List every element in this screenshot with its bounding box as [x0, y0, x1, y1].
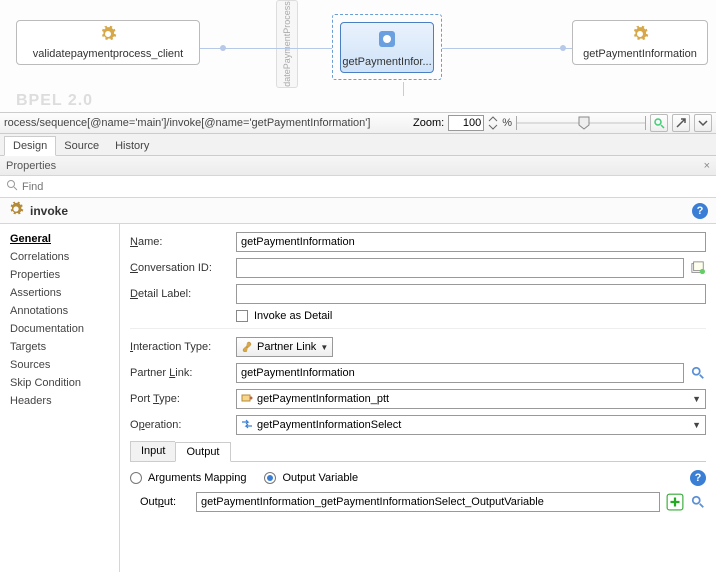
- chevron-down-icon: ▼: [692, 394, 701, 404]
- operation-label: Operation:: [130, 419, 230, 431]
- bpel-canvas[interactable]: datePaymentProcess validatepaymentproces…: [0, 0, 716, 112]
- bpel-watermark: BPEL 2.0: [16, 92, 93, 110]
- tab-source[interactable]: Source: [56, 137, 107, 155]
- generate-id-button[interactable]: [690, 260, 706, 276]
- spinner-icon[interactable]: [488, 116, 498, 130]
- io-subtabs: Input Output: [130, 441, 706, 462]
- node-label: getPaymentInformation: [583, 48, 697, 60]
- tab-history[interactable]: History: [107, 137, 157, 155]
- detail-label-field[interactable]: [236, 284, 706, 304]
- node-validatepaymentprocess-client[interactable]: validatepaymentprocess_client: [16, 20, 200, 65]
- sidebar-item-documentation[interactable]: Documentation: [10, 320, 109, 338]
- zoom-label: Zoom:: [413, 117, 444, 129]
- arguments-mapping-label: Arguments Mapping: [148, 472, 246, 484]
- connector-endpoint: [220, 45, 226, 51]
- partner-link-field[interactable]: [236, 363, 684, 383]
- invoke-as-detail-checkbox[interactable]: [236, 310, 248, 322]
- sidebar-item-general[interactable]: General: [10, 230, 109, 248]
- side-nav: General Correlations Properties Assertio…: [0, 224, 120, 572]
- sidebar-item-properties[interactable]: Properties: [10, 266, 109, 284]
- sidebar-item-correlations[interactable]: Correlations: [10, 248, 109, 266]
- connector-down: [403, 82, 404, 96]
- zoom-slider[interactable]: [516, 116, 646, 130]
- connector-endpoint: [560, 45, 566, 51]
- operation-icon: [241, 418, 253, 433]
- help-icon[interactable]: ?: [692, 203, 708, 219]
- conversation-id-field[interactable]: [236, 258, 684, 278]
- close-icon[interactable]: ×: [704, 160, 710, 172]
- gear-icon: [8, 201, 24, 220]
- slider-thumb[interactable]: [577, 116, 589, 130]
- breadcrumb: rocess/sequence[@name='main']/invoke[@na…: [4, 117, 370, 129]
- sidebar-item-assertions[interactable]: Assertions: [10, 284, 109, 302]
- zoom-input[interactable]: [448, 115, 484, 131]
- zoom-pct: %: [502, 117, 512, 129]
- operation-combo[interactable]: getPaymentInformationSelect ▼: [236, 415, 706, 435]
- breadcrumb-bar: rocess/sequence[@name='main']/invoke[@na…: [0, 112, 716, 134]
- invoke-as-detail-label: Invoke as Detail: [254, 310, 332, 322]
- add-output-button[interactable]: [666, 493, 684, 511]
- node-getpaymentinfo-selected[interactable]: getPaymentInfor...: [340, 22, 434, 73]
- editor-tabs: Design Source History: [0, 134, 716, 156]
- chevron-down-icon: ▼: [320, 343, 328, 352]
- port-type-combo[interactable]: getPaymentInformation_ptt ▼: [236, 389, 706, 409]
- properties-pane-header: Properties ×: [0, 156, 716, 176]
- partner-link-label: Partner Link:: [130, 367, 230, 379]
- sidebar-item-headers[interactable]: Headers: [10, 392, 109, 410]
- expand-button[interactable]: [672, 114, 690, 132]
- sidebar-item-sources[interactable]: Sources: [10, 356, 109, 374]
- form-panel: Name: Conversation ID: Detail Label: Inv…: [120, 224, 716, 572]
- gear-icon: [99, 25, 117, 46]
- subtab-output[interactable]: Output: [175, 442, 230, 462]
- gear-icon: [631, 25, 649, 46]
- node-label: validatepaymentprocess_client: [33, 48, 183, 60]
- arguments-mapping-radio[interactable]: [130, 472, 142, 484]
- name-field[interactable]: [236, 232, 706, 252]
- node-label: getPaymentInfor...: [342, 56, 431, 68]
- chevron-down-icon: ▼: [692, 420, 701, 430]
- sidebar-item-targets[interactable]: Targets: [10, 338, 109, 356]
- port-icon: [241, 392, 253, 407]
- interaction-type-label: Interaction Type:: [130, 341, 230, 353]
- name-label: Name:: [130, 236, 230, 248]
- find-input[interactable]: [22, 181, 710, 193]
- menu-button[interactable]: [694, 114, 712, 132]
- node-getpaymentinformation[interactable]: getPaymentInformation: [572, 20, 708, 65]
- connector: [442, 48, 572, 49]
- zoom-fit-button[interactable]: [650, 114, 668, 132]
- subtab-input[interactable]: Input: [130, 441, 175, 461]
- output-variable-radio[interactable]: [264, 472, 276, 484]
- output-label: Output:: [140, 496, 190, 508]
- invoke-section-header: invoke ?: [0, 198, 716, 224]
- sidebar-item-annotations[interactable]: Annotations: [10, 302, 109, 320]
- browse-partner-link-button[interactable]: [690, 365, 706, 381]
- vertical-swimlane-label: datePaymentProcess: [276, 0, 298, 88]
- gear-icon: [375, 27, 399, 54]
- browse-output-button[interactable]: [690, 494, 706, 510]
- output-variable-label: Output Variable: [282, 472, 358, 484]
- invoke-title-label: invoke: [30, 204, 68, 218]
- link-icon: [241, 340, 253, 355]
- conversation-id-label: Conversation ID:: [130, 262, 230, 274]
- properties-title: Properties: [6, 160, 56, 172]
- sidebar-item-skip-condition[interactable]: Skip Condition: [10, 374, 109, 392]
- tab-design[interactable]: Design: [4, 136, 56, 156]
- help-icon[interactable]: ?: [690, 470, 706, 486]
- port-type-label: Port Type:: [130, 393, 230, 405]
- interaction-type-dropdown[interactable]: Partner Link ▼: [236, 337, 333, 357]
- find-bar: [0, 176, 716, 198]
- search-icon: [6, 179, 18, 194]
- output-field[interactable]: [196, 492, 660, 512]
- detail-label-label: Detail Label:: [130, 288, 230, 300]
